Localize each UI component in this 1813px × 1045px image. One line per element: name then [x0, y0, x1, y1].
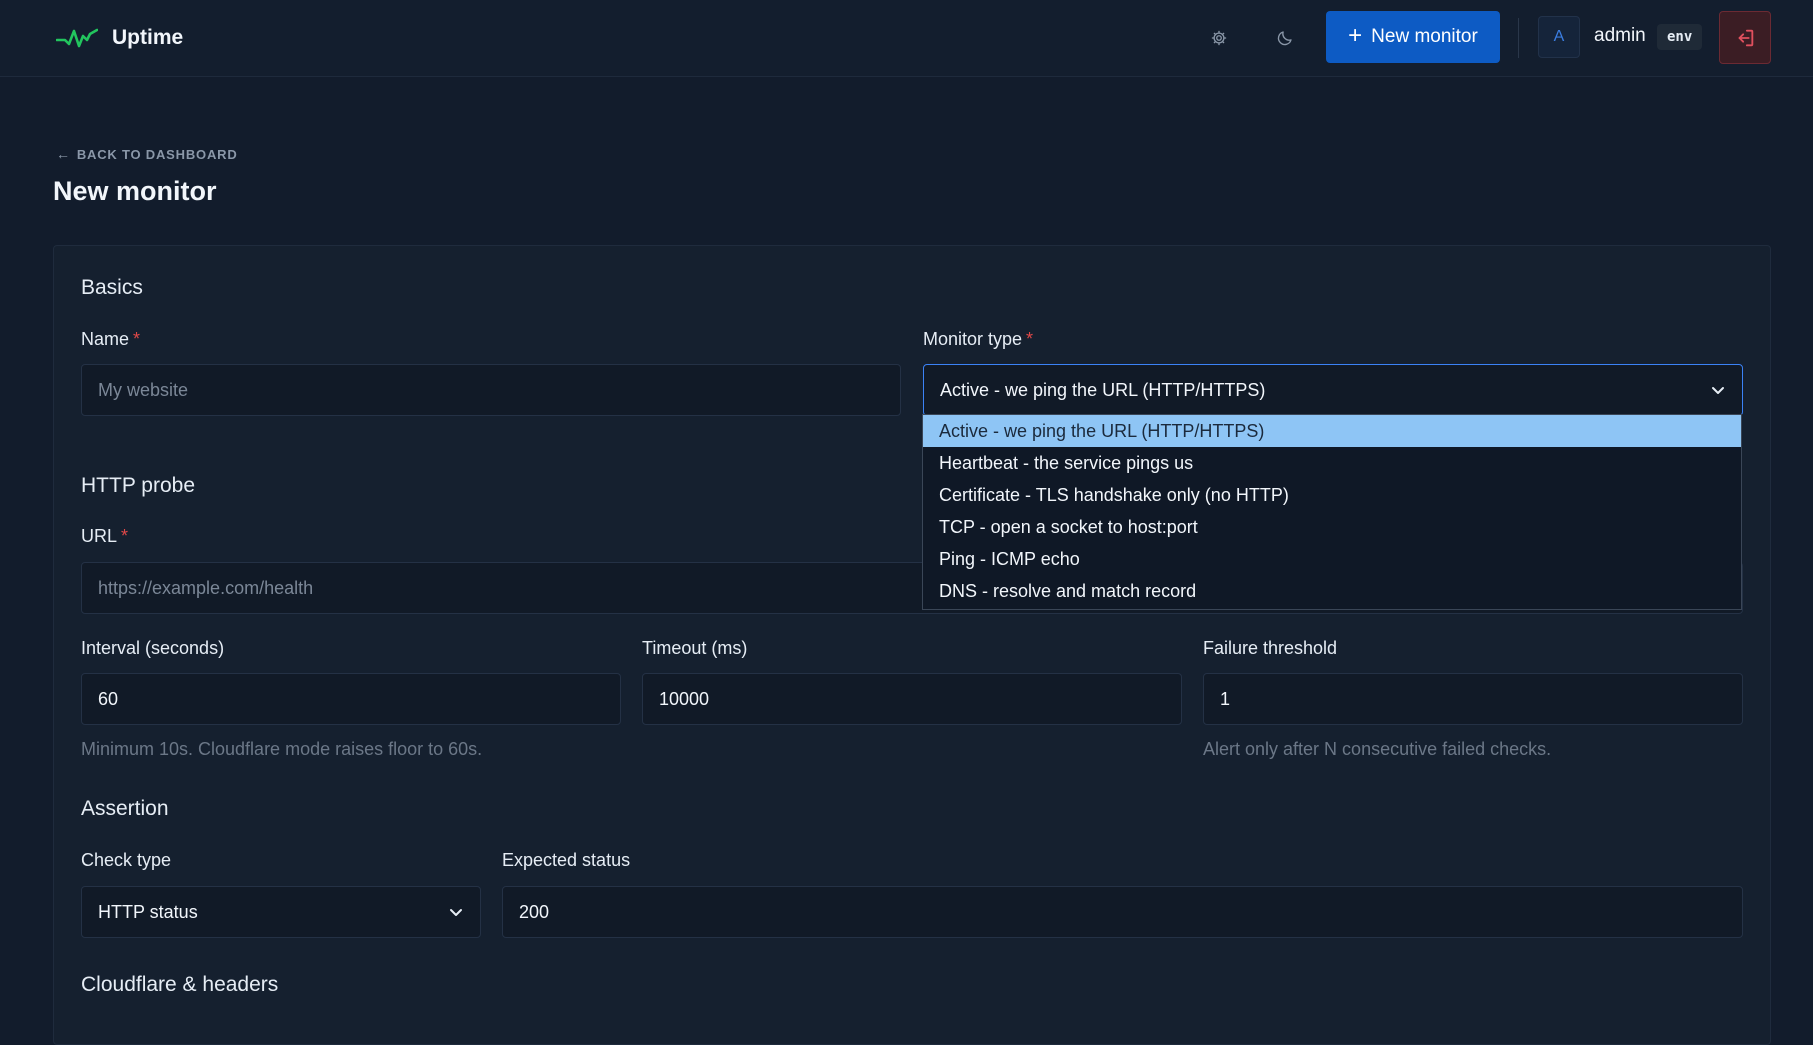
- header-divider: [1518, 18, 1519, 58]
- monitor-type-option[interactable]: Heartbeat - the service pings us: [923, 447, 1741, 479]
- plus-icon: +: [1348, 22, 1363, 49]
- expected-status-input[interactable]: 200: [502, 886, 1743, 938]
- failure-threshold-input[interactable]: 1: [1203, 673, 1743, 725]
- basics-section-title: Basics: [81, 276, 143, 299]
- http-probe-section-title: HTTP probe: [81, 474, 195, 497]
- back-to-dashboard-link[interactable]: ← BACK TO DASHBOARD: [56, 146, 238, 162]
- chevron-down-icon: [448, 904, 464, 920]
- settings-button[interactable]: [1199, 18, 1239, 58]
- monitor-type-dropdown: Active - we ping the URL (HTTP/HTTPS) He…: [922, 414, 1742, 610]
- chevron-down-icon: [1710, 382, 1726, 398]
- required-marker: *: [121, 526, 129, 546]
- pulse-icon: [56, 28, 98, 48]
- env-badge: env: [1657, 24, 1703, 50]
- logout-button[interactable]: [1719, 11, 1771, 64]
- timeout-label: Timeout (ms): [642, 638, 748, 658]
- timeout-input[interactable]: 10000: [642, 673, 1182, 725]
- assertion-section-title: Assertion: [81, 797, 169, 820]
- monitor-type-label: Monitor type *: [923, 329, 1034, 349]
- theme-toggle-button[interactable]: [1265, 18, 1305, 58]
- brand[interactable]: Uptime: [56, 18, 183, 58]
- monitor-type-option[interactable]: Ping - ICMP echo: [923, 543, 1741, 575]
- username: admin: [1594, 25, 1646, 46]
- monitor-type-option[interactable]: Certificate - TLS handshake only (no HTT…: [923, 479, 1741, 511]
- new-monitor-button[interactable]: + New monitor: [1326, 11, 1500, 63]
- moon-icon: [1277, 31, 1292, 46]
- check-type-select[interactable]: HTTP status: [81, 886, 481, 938]
- monitor-type-select[interactable]: Active - we ping the URL (HTTP/HTTPS): [923, 364, 1743, 416]
- cloudflare-section-title: Cloudflare & headers: [81, 973, 279, 996]
- monitor-type-value: Active - we ping the URL (HTTP/HTTPS): [940, 379, 1266, 400]
- top-bar: Uptime + New monitor A admin env: [0, 0, 1813, 77]
- required-marker: *: [133, 329, 141, 349]
- monitor-type-option[interactable]: TCP - open a socket to host:port: [923, 511, 1741, 543]
- new-monitor-label: New monitor: [1371, 26, 1478, 47]
- name-label: Name *: [81, 329, 141, 349]
- monitor-type-option[interactable]: Active - we ping the URL (HTTP/HTTPS): [923, 415, 1741, 447]
- monitor-form-card: Basics Name * My website Monitor type * Ac…: [53, 245, 1771, 1045]
- avatar[interactable]: A: [1538, 16, 1580, 58]
- check-type-value: HTTP status: [98, 901, 198, 922]
- name-input[interactable]: My website: [81, 364, 901, 416]
- page-title: New monitor: [53, 176, 217, 206]
- failure-threshold-hint: Alert only after N consecutive failed ch…: [1203, 739, 1552, 759]
- logout-icon: [1738, 29, 1754, 46]
- interval-input[interactable]: 60: [81, 673, 621, 725]
- check-type-label: Check type: [81, 850, 172, 870]
- brand-name: Uptime: [112, 26, 184, 49]
- expected-status-label: Expected status: [502, 850, 631, 870]
- failure-threshold-label: Failure threshold: [1203, 638, 1338, 658]
- arrow-left-icon: ←: [56, 146, 71, 162]
- monitor-type-option[interactable]: DNS - resolve and match record: [923, 575, 1741, 607]
- gear-icon: [1211, 30, 1227, 46]
- back-label: BACK TO DASHBOARD: [76, 146, 238, 162]
- interval-hint: Minimum 10s. Cloudflare mode raises floo…: [81, 739, 483, 759]
- required-marker: *: [1026, 329, 1034, 349]
- interval-label: Interval (seconds): [81, 638, 225, 658]
- url-label: URL *: [81, 526, 129, 546]
